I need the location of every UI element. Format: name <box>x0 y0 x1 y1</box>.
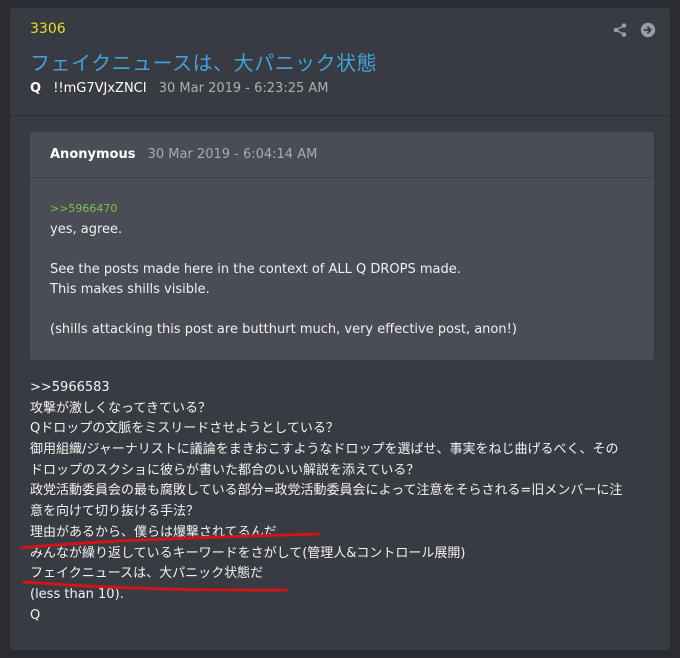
author-tripcode: !!mG7VJxZNCI <box>53 81 147 96</box>
quoted-reply-link[interactable]: >>5966470 <box>50 202 517 216</box>
post-body: >>5966583 攻撃が激しくなってきている？ Qドロップの文脈をミスリードさ… <box>30 378 660 626</box>
share-icon[interactable] <box>612 22 628 38</box>
body-line: 攻撃が激しくなってきている？ <box>30 400 211 416</box>
quoted-post: Anonymous 30 Mar 2019 - 6:04:14 AM >>596… <box>30 132 654 360</box>
post-title: フェイクニュースは、大パニック状態 <box>30 51 378 75</box>
post-number[interactable]: 3306 <box>30 21 66 37</box>
quoted-line: (shills attacking this post are butthurt… <box>50 322 517 337</box>
body-line: 政党活動委員会の最も腐敗している部分=政党活動委員会によって注意をそらされる=旧… <box>30 483 623 499</box>
quoted-date: 30 Mar 2019 - 6:04:14 AM <box>147 147 318 162</box>
author-name: Q <box>30 81 42 96</box>
body-line: みんなが繰り返しているキーワードをさがして(管理人&コントロール展開) <box>30 545 466 561</box>
quoted-line: See the posts made here in the context o… <box>50 262 461 277</box>
post-card: 3306 フェイクニュースは、大パニック状態 Q !!mG7VJxZNCI 30… <box>10 8 670 650</box>
quoted-author: Anonymous <box>50 147 136 162</box>
post-meta: Q !!mG7VJxZNCI 30 Mar 2019 - 6:23:25 AM <box>30 81 328 96</box>
quoted-post-body: >>5966470 yes, agree. See the posts made… <box>50 202 517 340</box>
quoted-post-header: Anonymous 30 Mar 2019 - 6:04:14 AM <box>50 147 317 162</box>
post-date: 30 Mar 2019 - 6:23:25 AM <box>158 81 329 96</box>
quoted-post-divider <box>30 177 654 178</box>
reply-link[interactable]: >>5966583 <box>30 378 660 399</box>
quoted-line: yes, agree. <box>50 222 123 237</box>
body-line: ドロップのスクショに彼らが書いた都合のいい解説を添えている？ <box>30 462 420 478</box>
body-line: Q <box>30 607 41 623</box>
arrow-right-circle-icon[interactable] <box>640 22 656 38</box>
quoted-line <box>50 240 517 260</box>
post-actions <box>612 22 656 38</box>
body-line: フェイクニュースは、大パニック状態だ <box>30 566 264 582</box>
quoted-line: This makes shills visible. <box>50 282 210 297</box>
body-line: 意を向けて切り抜ける手法？ <box>30 504 200 520</box>
quoted-line <box>50 300 517 320</box>
body-line: 理由があるから、僕らは爆撃されてるんだ <box>30 524 277 540</box>
body-line: 御用組織/ジャーナリストに議論をまきおこすようなドロップを選ばせ、事実をねじ曲げ… <box>30 442 619 458</box>
body-line: (less than 10). <box>30 586 124 602</box>
body-line: Qドロップの文脈をミスリードさせようとしている？ <box>30 421 339 437</box>
header-divider <box>10 115 670 116</box>
